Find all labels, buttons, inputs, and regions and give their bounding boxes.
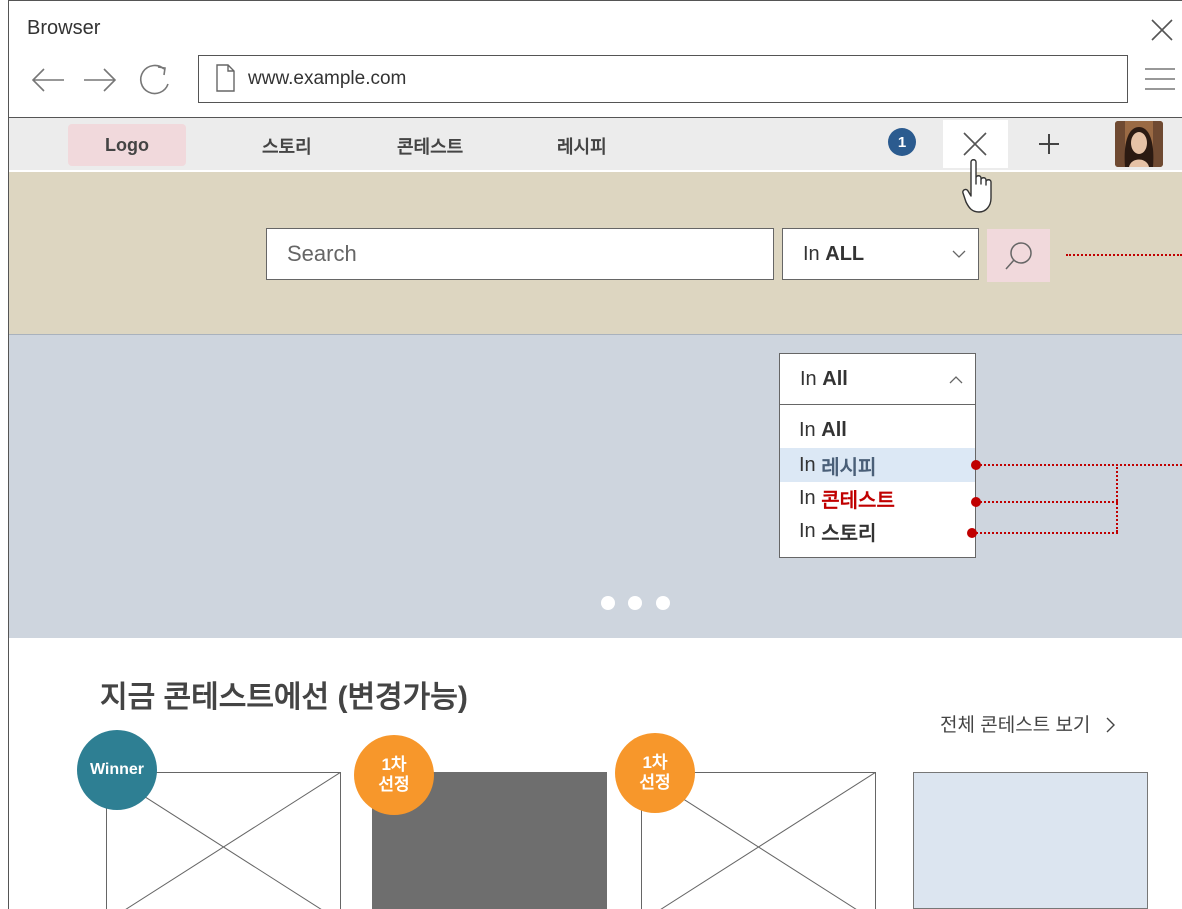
carousel-dot[interactable] bbox=[601, 596, 615, 610]
annotation-line bbox=[1066, 254, 1182, 256]
dropdown-selected: All bbox=[822, 367, 848, 390]
dropdown-option-recipe[interactable]: In 레시피 bbox=[780, 448, 975, 482]
nav-item-story[interactable]: 스토리 bbox=[262, 133, 312, 159]
dropdown-prefix: In bbox=[800, 367, 817, 390]
scope-dropdown-header[interactable]: In All bbox=[779, 353, 976, 405]
badge-line1: Winner bbox=[89, 761, 145, 778]
option-label: 콘테스트 bbox=[821, 489, 895, 512]
back-arrow-icon[interactable] bbox=[30, 62, 66, 98]
see-all-link[interactable]: 전체 콘테스트 보기 bbox=[940, 710, 1116, 737]
search-input[interactable]: Search bbox=[266, 228, 774, 280]
option-prefix: In bbox=[799, 486, 816, 509]
contest-card[interactable] bbox=[913, 772, 1148, 909]
winner-badge: Winner bbox=[77, 730, 157, 810]
dropdown-option-story[interactable]: In 스토리 bbox=[780, 514, 975, 548]
dropdown-option-all[interactable]: In All bbox=[780, 413, 975, 447]
chevron-right-icon bbox=[1106, 717, 1115, 733]
selected-badge: 1차 선정 bbox=[615, 733, 695, 813]
avatar[interactable] bbox=[1115, 121, 1163, 167]
file-icon bbox=[216, 64, 235, 92]
nav-item-contest[interactable]: 콘테스트 bbox=[397, 133, 463, 159]
annotation-line bbox=[980, 464, 1182, 466]
scope-prefix: In bbox=[803, 242, 820, 265]
hero-banner bbox=[9, 334, 1182, 638]
close-icon[interactable] bbox=[1150, 18, 1174, 42]
nav-item-recipe[interactable]: 레시피 bbox=[557, 133, 607, 159]
plus-icon[interactable] bbox=[1035, 130, 1063, 158]
section-title: 지금 콘테스트에선 (변경가능) bbox=[100, 681, 468, 714]
hand-pointer-icon bbox=[962, 159, 992, 213]
search-scope-select[interactable]: In ALL bbox=[782, 228, 979, 280]
url-text[interactable]: www.example.com bbox=[248, 68, 406, 90]
option-label: 레시피 bbox=[821, 456, 877, 479]
see-all-label: 전체 콘테스트 보기 bbox=[940, 715, 1091, 736]
option-prefix: In bbox=[799, 519, 816, 542]
chevron-up-icon bbox=[949, 376, 963, 384]
badge-line2: 선정 bbox=[378, 775, 410, 794]
carousel-dot[interactable] bbox=[656, 596, 670, 610]
avatar-image bbox=[1115, 121, 1163, 167]
notification-badge: 1 bbox=[888, 128, 916, 156]
option-prefix: In bbox=[799, 453, 816, 476]
option-label: 스토리 bbox=[821, 522, 877, 545]
forward-arrow-icon[interactable] bbox=[82, 62, 118, 98]
annotation-line bbox=[1116, 464, 1118, 532]
badge-line1: 1차 bbox=[642, 753, 668, 772]
chevron-down-icon bbox=[952, 250, 966, 258]
scope-value: ALL bbox=[825, 242, 865, 265]
badge-line2: 선정 bbox=[639, 773, 671, 792]
dropdown-option-contest[interactable]: In 콘테스트 bbox=[780, 481, 975, 515]
option-prefix: In bbox=[799, 418, 816, 441]
selected-badge: 1차 선정 bbox=[354, 735, 434, 815]
option-label: All bbox=[821, 418, 847, 441]
carousel-dot[interactable] bbox=[628, 596, 642, 610]
hamburger-icon[interactable] bbox=[1145, 64, 1175, 94]
site-logo[interactable]: Logo bbox=[68, 124, 186, 166]
close-icon bbox=[963, 132, 987, 156]
annotation-line bbox=[976, 532, 1118, 534]
window-title: Browser bbox=[27, 17, 101, 39]
search-icon bbox=[1005, 242, 1032, 270]
annotation-line bbox=[980, 501, 1118, 503]
refresh-icon[interactable] bbox=[136, 62, 172, 98]
search-placeholder: Search bbox=[287, 241, 357, 266]
scope-dropdown-list: In All In 레시피 In 콘테스트 In 스토리 bbox=[779, 405, 976, 558]
badge-line1: 1차 bbox=[381, 755, 407, 774]
search-button[interactable] bbox=[987, 229, 1050, 282]
